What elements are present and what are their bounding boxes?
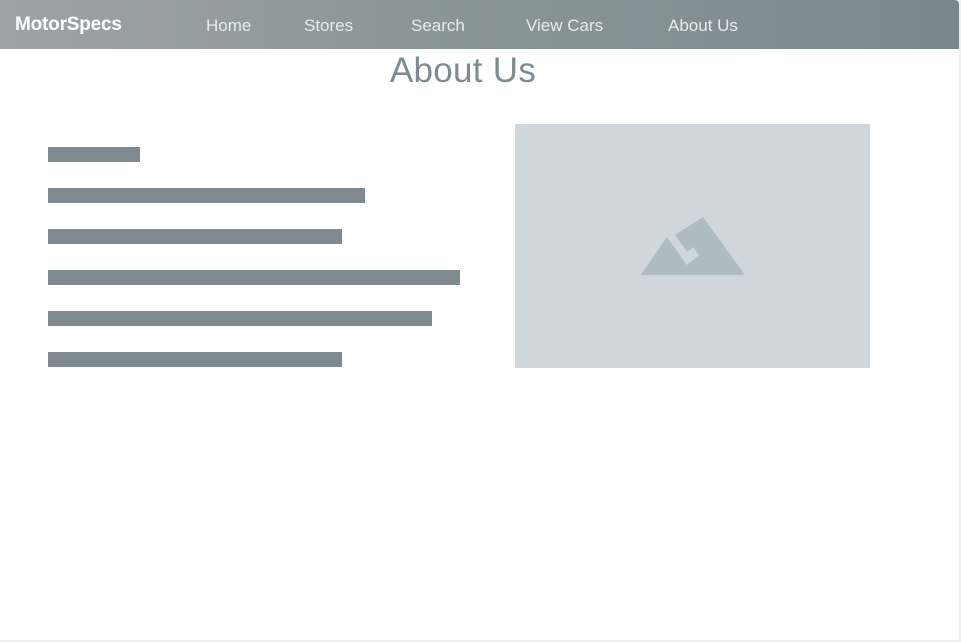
nav-link-stores[interactable]: Stores: [304, 16, 353, 36]
page: MotorSpecs Home Stores Search View Cars …: [0, 0, 961, 642]
nav-link-search[interactable]: Search: [411, 16, 465, 36]
brand-logo-link[interactable]: MotorSpecs: [15, 14, 122, 36]
nav-link-home[interactable]: Home: [206, 16, 251, 36]
text-placeholder-line: [48, 229, 342, 244]
text-placeholder-line: [48, 147, 140, 162]
nav-link-view-cars[interactable]: View Cars: [526, 16, 603, 36]
text-placeholder-line: [48, 188, 365, 203]
text-placeholder-line: [48, 311, 432, 326]
text-placeholder-line: [48, 352, 342, 367]
nav-link-about-us[interactable]: About Us: [668, 16, 738, 36]
top-navbar: MotorSpecs Home Stores Search View Cars …: [0, 0, 959, 49]
mountain-image-icon: [641, 217, 745, 275]
text-placeholder-line: [48, 270, 460, 285]
page-title: About Us: [389, 51, 537, 90]
image-placeholder: [515, 124, 870, 368]
